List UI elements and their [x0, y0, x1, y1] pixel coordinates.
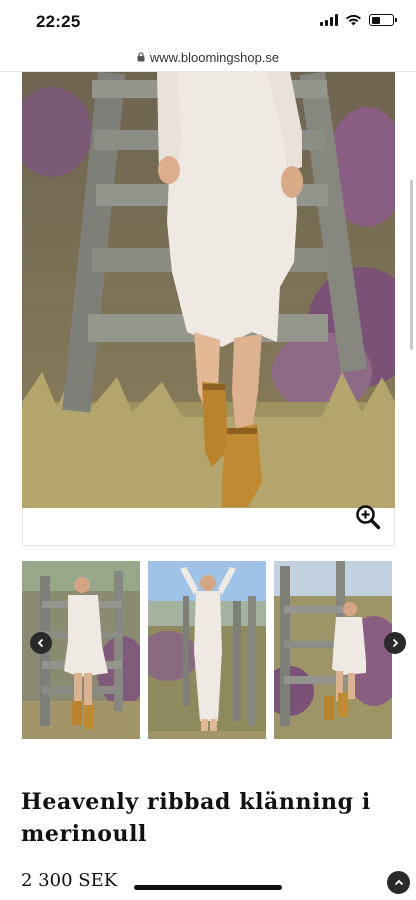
status-bar: 22:25 — [0, 0, 416, 44]
page-scrollbar[interactable] — [410, 180, 413, 350]
chevron-left-icon — [37, 638, 44, 648]
gallery-thumbnail-2[interactable] — [148, 561, 266, 739]
status-time: 22:25 — [36, 12, 81, 31]
chevron-up-icon — [394, 879, 403, 885]
zoom-in-icon — [356, 505, 381, 530]
gallery-thumbnail-3[interactable] — [274, 561, 392, 739]
zoom-button[interactable] — [355, 504, 381, 530]
product-price: 2 300 SEK — [21, 870, 118, 891]
address-bar[interactable]: www.bloomingshop.se — [0, 44, 416, 70]
scroll-to-top-button[interactable] — [387, 871, 410, 894]
carousel-next-button[interactable] — [384, 632, 406, 654]
home-indicator[interactable] — [134, 885, 282, 890]
image-card-footer — [22, 508, 395, 546]
status-icons — [320, 14, 397, 26]
battery-icon — [369, 14, 397, 26]
chevron-right-icon — [392, 638, 399, 648]
wifi-icon — [346, 14, 361, 26]
main-product-image[interactable] — [22, 72, 395, 508]
cellular-signal-icon — [320, 14, 338, 26]
lock-icon — [137, 52, 145, 62]
url-text: www.bloomingshop.se — [149, 49, 280, 65]
carousel-prev-button[interactable] — [30, 632, 52, 654]
product-title: Heavenly ribbad klänning i merinoull — [21, 789, 371, 847]
